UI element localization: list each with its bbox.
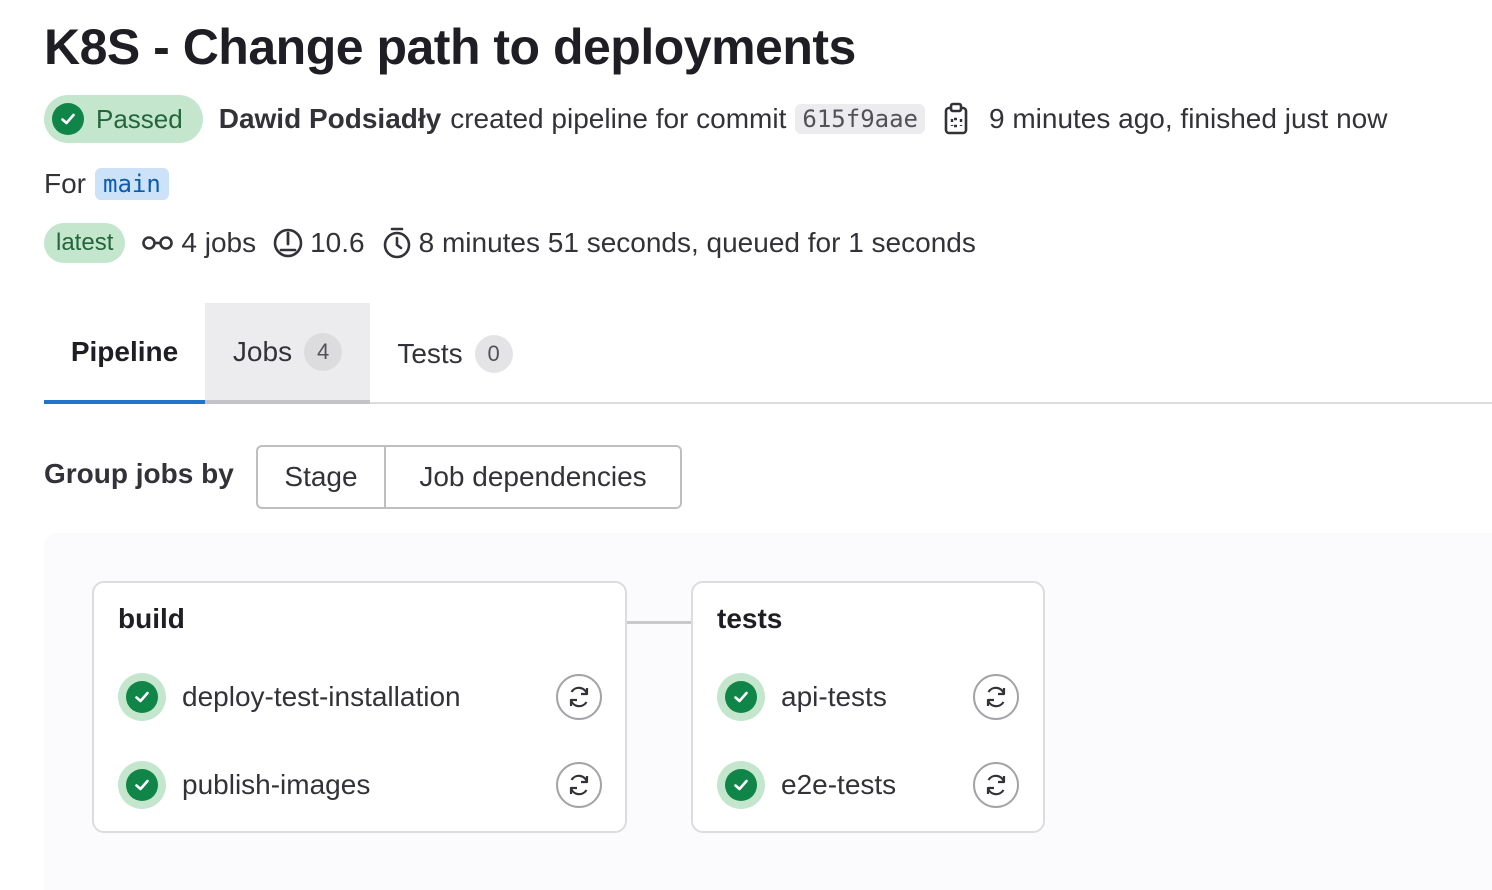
pipeline-time: 9 minutes ago, finished just now: [988, 103, 1388, 134]
status-badge[interactable]: Passed: [44, 95, 203, 143]
job-name[interactable]: publish-images: [182, 769, 370, 801]
status-success-icon: [118, 761, 166, 809]
meta-row: latest 4 jobs 10.6 8 minutes 51 seconds,…: [44, 222, 976, 264]
stage-name: build: [118, 603, 185, 634]
status-success-icon: [717, 673, 765, 721]
job-item[interactable]: api-tests: [717, 672, 887, 722]
stage-card-tests: tests api-tests e2e-tests: [691, 581, 1045, 833]
for-label: For: [44, 168, 86, 199]
tab-jobs[interactable]: Jobs 4: [205, 303, 370, 404]
group-by-stage-button[interactable]: Stage: [258, 447, 386, 507]
retry-icon[interactable]: [556, 674, 602, 720]
job-name[interactable]: deploy-test-installation: [182, 681, 461, 713]
job-item[interactable]: e2e-tests: [717, 760, 896, 810]
tab-tests-count: 0: [474, 334, 513, 373]
pipeline-page: K8S - Change path to deployments Passed …: [0, 0, 1492, 890]
pipeline-icon: [141, 232, 175, 254]
status-success-icon: [118, 673, 166, 721]
copy-icon[interactable]: [943, 102, 971, 136]
tab-tests-label: Tests: [397, 337, 463, 369]
duration-text: 8 minutes 51 seconds, queued for 1 secon…: [418, 227, 976, 258]
tab-jobs-count: 4: [304, 332, 343, 371]
job-name[interactable]: api-tests: [781, 681, 887, 713]
status-label: Passed: [96, 103, 183, 134]
tab-tests[interactable]: Tests 0: [370, 303, 540, 404]
timer-icon: [381, 226, 413, 260]
tab-pipeline[interactable]: Pipeline: [44, 303, 205, 404]
compute-gauge-icon: [272, 227, 304, 259]
job-item[interactable]: publish-images: [118, 760, 370, 810]
retry-icon[interactable]: [556, 762, 602, 808]
retry-icon[interactable]: [973, 762, 1019, 808]
branch-link[interactable]: main: [95, 168, 169, 200]
commit-sha-link[interactable]: 615f9aae: [795, 104, 925, 134]
retry-icon[interactable]: [973, 674, 1019, 720]
compute-value: 10.6: [310, 227, 365, 258]
stage-connector: [627, 621, 691, 624]
pipeline-header-row: Passed Dawid Podsiadły created pipeline …: [44, 95, 1387, 143]
latest-badge: latest: [44, 223, 126, 263]
stage-card-build: build deploy-test-installation publish-i…: [92, 581, 627, 833]
pipeline-tabs: Pipeline Jobs 4 Tests 0: [44, 303, 1492, 404]
group-by-dependencies-button[interactable]: Job dependencies: [384, 447, 680, 507]
check-circle-icon: [52, 103, 84, 135]
group-jobs-label: Group jobs by: [44, 458, 234, 489]
status-success-icon: [717, 761, 765, 809]
jobs-count-text: 4 jobs: [181, 227, 257, 258]
group-by-toggle: Stage Job dependencies: [256, 445, 682, 509]
page-title: K8S - Change path to deployments: [44, 19, 856, 75]
author-link[interactable]: Dawid Podsiadły: [219, 103, 442, 135]
job-name[interactable]: e2e-tests: [781, 769, 896, 801]
job-item[interactable]: deploy-test-installation: [118, 672, 461, 722]
action-text: created pipeline for commit: [450, 103, 787, 134]
stage-name: tests: [717, 603, 783, 634]
tab-jobs-label: Jobs: [232, 335, 293, 367]
ref-row: For main: [44, 164, 169, 204]
tab-pipeline-label: Pipeline: [70, 335, 179, 367]
